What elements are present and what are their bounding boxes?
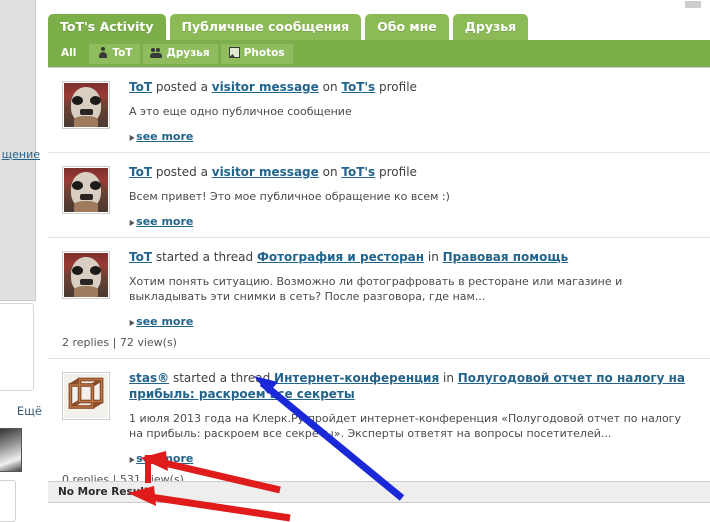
- activity-text: on: [318, 80, 342, 94]
- sidebar-card: [0, 303, 34, 391]
- activity-subnav: All ToT Друзья Photos: [48, 40, 710, 67]
- activity-text: started a thread: [169, 371, 275, 385]
- sidebar-thumbnail[interactable]: [0, 428, 22, 472]
- see-more-link[interactable]: see more: [136, 130, 193, 143]
- tab-public-messages[interactable]: Публичные сообщения: [169, 14, 362, 40]
- no-more-results-bar: No More Results: [48, 481, 710, 503]
- face-avatar: [64, 168, 108, 212]
- activity-item: ToT posted a visitor message on ToT's pr…: [48, 68, 710, 153]
- cube-avatar: [64, 374, 108, 418]
- activity-text: in: [424, 250, 443, 264]
- sidebar-divider: [0, 300, 36, 301]
- activity-title: stas® started a thread Интернет-конферен…: [129, 370, 698, 402]
- activity-thread-link[interactable]: Фотография и ресторан: [257, 250, 424, 264]
- subtab-tot[interactable]: ToT: [89, 44, 141, 64]
- activity-text: posted a: [152, 80, 212, 94]
- activity-item: ToT started a thread Фотография и рестор…: [48, 238, 710, 359]
- caret-right-icon: ▶: [129, 218, 135, 227]
- activity-snippet: Всем привет! Это мое публичное обращение…: [129, 190, 450, 203]
- activity-user-link[interactable]: ToT: [129, 250, 152, 264]
- avatar[interactable]: [62, 81, 110, 129]
- avatar[interactable]: [62, 251, 110, 299]
- activity-forum-link[interactable]: Правовая помощь: [443, 250, 569, 264]
- impossible-cube-icon: [68, 377, 104, 409]
- avatar[interactable]: [62, 372, 110, 420]
- activity-title: ToT started a thread Фотография и рестор…: [129, 249, 698, 265]
- top-faint-block-icon: [685, 1, 701, 8]
- activity-object-link[interactable]: visitor message: [212, 165, 319, 179]
- activity-snippet: 1 июля 2013 года на Клерк.Ру пройдет инт…: [129, 412, 681, 440]
- activity-snippet: А это еще одно публичное сообщение: [129, 105, 352, 118]
- people-icon: [150, 47, 163, 58]
- activity-object-link[interactable]: visitor message: [212, 80, 319, 94]
- activity-owner-link[interactable]: ToT's: [341, 80, 375, 94]
- see-more-row: ▶ see more: [129, 130, 698, 143]
- caret-right-icon: ▶: [129, 455, 135, 464]
- activity-text: started a thread: [152, 250, 257, 264]
- activity-user-link[interactable]: ToT: [129, 80, 152, 94]
- tab-tots-activity[interactable]: ToT's Activity: [48, 14, 166, 40]
- activity-text: on: [318, 165, 342, 179]
- activity-text: profile: [375, 165, 417, 179]
- person-icon: [97, 47, 108, 58]
- subtab-friends[interactable]: Друзья: [143, 44, 218, 64]
- subtab-all[interactable]: All: [51, 44, 86, 64]
- top-faint-header: [685, 0, 704, 14]
- subtab-tot-label: ToT: [112, 47, 133, 59]
- activity-stream: ToT posted a visitor message on ToT's pr…: [48, 67, 710, 522]
- activity-snippet: Хотим понять ситуацию. Возможно ли фотог…: [129, 275, 623, 303]
- face-avatar: [64, 253, 108, 297]
- activity-item: stas® started a thread Интернет-конферен…: [48, 359, 710, 495]
- see-more-link[interactable]: see more: [136, 452, 193, 465]
- activity-text: in: [439, 371, 458, 385]
- activity-user-link[interactable]: ToT: [129, 165, 152, 179]
- activity-text: profile: [375, 80, 417, 94]
- caret-right-icon: ▶: [129, 318, 135, 327]
- tab-friends[interactable]: Друзья: [452, 14, 529, 40]
- see-more-row: ▶ see more: [129, 452, 698, 465]
- face-avatar: [64, 83, 108, 127]
- activity-owner-link[interactable]: ToT's: [341, 165, 375, 179]
- left-page-edge: щение Ещё: [0, 0, 48, 522]
- activity-user-link[interactable]: stas®: [129, 371, 169, 385]
- activity-text: posted a: [152, 165, 212, 179]
- activity-thread-link[interactable]: Интернет-конференция: [274, 371, 439, 385]
- subtab-photos[interactable]: Photos: [220, 44, 293, 64]
- see-more-row: ▶ see more: [129, 315, 698, 328]
- subtab-friends-label: Друзья: [166, 47, 210, 59]
- avatar[interactable]: [62, 166, 110, 214]
- activity-meta: 2 replies | 72 view(s): [62, 336, 177, 349]
- activity-title: ToT posted a visitor message on ToT's pr…: [129, 164, 698, 180]
- photo-icon: [228, 47, 240, 58]
- main-tab-strip: ToT's Activity Публичные сообщения Обо м…: [48, 14, 710, 40]
- see-more-row: ▶ see more: [129, 215, 698, 228]
- sidebar-more-label[interactable]: Ещё: [0, 404, 42, 418]
- sidebar-clipped-link[interactable]: щение: [0, 148, 40, 161]
- tab-about-me[interactable]: Обо мне: [365, 14, 449, 40]
- footer-spacer: [48, 504, 710, 522]
- caret-right-icon: ▶: [129, 133, 135, 142]
- activity-title: ToT posted a visitor message on ToT's pr…: [129, 79, 698, 95]
- see-more-link[interactable]: see more: [136, 315, 193, 328]
- see-more-link[interactable]: see more: [136, 215, 193, 228]
- subtab-all-label: All: [61, 47, 77, 59]
- subtab-photos-label: Photos: [243, 47, 285, 59]
- sidebar-card-bottom: [0, 480, 16, 522]
- activity-item: ToT posted a visitor message on ToT's pr…: [48, 153, 710, 238]
